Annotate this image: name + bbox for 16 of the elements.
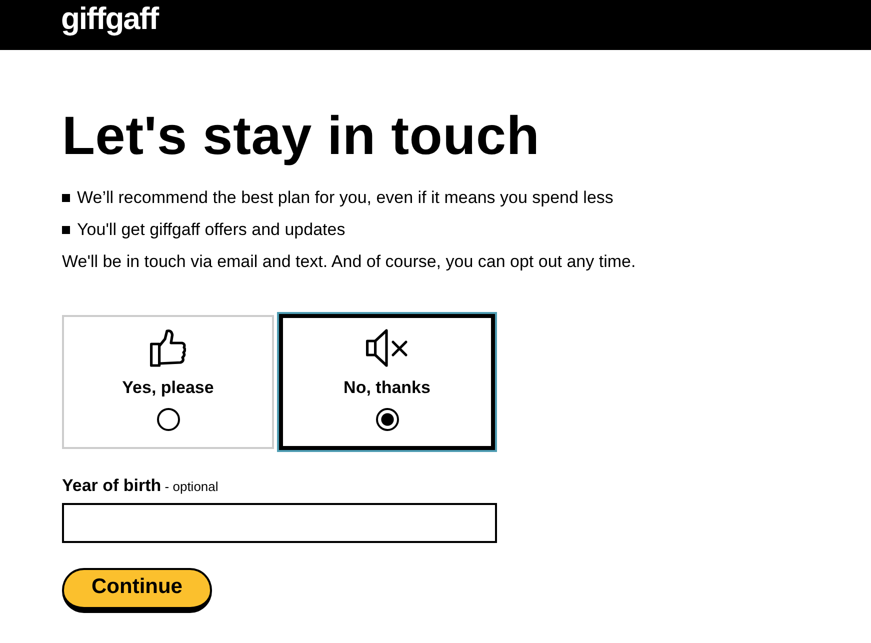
input-field[interactable] [62,503,497,543]
bullet-text: We’ll recommend the best plan for you, even if it means you spend less [77,187,614,209]
muted-speaker-icon [366,329,408,367]
bullet-icon [62,194,70,202]
field-label: Year of birth - optional [62,476,218,497]
option-card[interactable]: No, thanks [277,312,497,452]
bullet-icon [62,226,70,234]
thumbs-up-icon [150,329,186,367]
continue-button[interactable]: Continue [62,568,212,613]
info-text: We'll be in touch via email and text. And of course, you can opt out any time. [62,251,636,273]
option-card[interactable]: Yes, please [62,315,274,449]
logo[interactable]: giffgaff [61,1,158,37]
page-heading: Let's stay in touch [62,106,540,166]
radio-button[interactable] [156,408,180,431]
radio-button[interactable] [376,408,398,431]
bullet-text: You'll get giffgaff offers and updates [77,219,346,241]
